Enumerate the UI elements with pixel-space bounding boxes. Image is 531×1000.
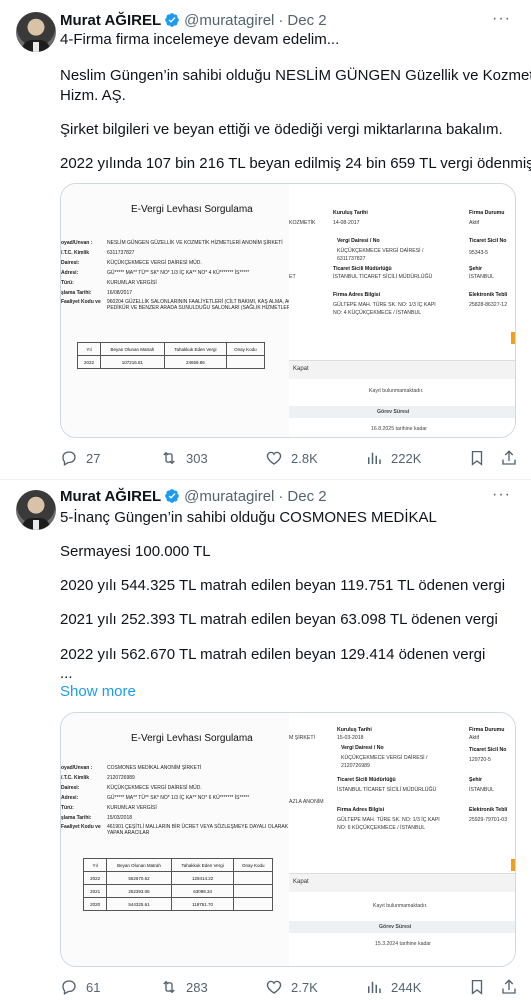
bookmark-button[interactable] <box>468 449 494 467</box>
repost-button[interactable]: 283 <box>160 978 208 996</box>
bookmark-icon <box>471 450 483 466</box>
views-count: 222K <box>391 450 422 466</box>
views-icon <box>368 452 381 464</box>
author-name[interactable]: Murat AĞIREL <box>60 488 161 505</box>
like-button[interactable]: 2.8K <box>265 449 318 467</box>
scroll-indicator <box>511 859 515 871</box>
scroll-indicator <box>511 332 515 344</box>
author-handle[interactable]: @muratagirel <box>184 488 274 505</box>
views-button[interactable]: 244K <box>365 978 421 996</box>
tweet-text-line: Hizm. AŞ. <box>60 87 126 104</box>
tweet-text-line: 2022 yılında 107 bin 216 TL beyan edilmi… <box>60 155 531 172</box>
views-count: 244K <box>391 979 422 995</box>
document-title: E-Vergi Levhası Sorgulama <box>131 733 253 744</box>
repost-count: 303 <box>186 450 208 466</box>
reply-button[interactable]: 27 <box>60 449 100 467</box>
more-icon[interactable]: ··· <box>492 486 511 504</box>
tweet-header: Murat AĞIREL @muratagirel · Dec 2 <box>60 10 327 30</box>
show-more-link[interactable]: Show more <box>60 682 136 702</box>
doc-field: /.T.C. Kimlik 2120726989 <box>61 775 135 781</box>
close-bar: Kapat <box>289 873 515 892</box>
tweet-text-line: 2022 yılı 562.670 TL matrah edilen beyan… <box>60 646 486 663</box>
verified-badge-icon <box>165 489 179 503</box>
tweet-text-line: 4-Firma firma incelemeye devam edelim... <box>60 31 340 48</box>
tax-document-left: E-Vergi Levhası Sorgulama oyad/Unvan : CO… <box>61 713 320 966</box>
tweet-text-line: 2020 yılı 544.325 TL matrah edilen beyan… <box>60 577 506 594</box>
tweet[interactable]: Murat AĞIREL @muratagirel · Dec 2 ··· 5-… <box>0 480 531 1000</box>
tax-table: Yıl Beyan Olunan Matrah Tahakkuk Eden Ve… <box>77 342 266 369</box>
like-count: 2.8K <box>291 450 318 466</box>
tweet-date[interactable]: Dec 2 <box>287 488 326 505</box>
like-button[interactable]: 2.7K <box>265 978 318 996</box>
doc-field: Adresi: GÜ***** MA** TÜ** SK* NO* 1/3 İÇ … <box>61 795 250 801</box>
more-icon[interactable]: ··· <box>492 10 511 28</box>
media-image[interactable]: E-Vergi Levhası Sorgulama oyad/Unvan : NE… <box>60 183 516 438</box>
avatar[interactable] <box>16 12 56 52</box>
reply-count: 61 <box>86 979 101 995</box>
doc-field: Türü: KURUMLAR VERGİSİ <box>61 805 157 811</box>
tweet-text-line: Sermayesi 100.000 TL <box>60 543 211 560</box>
author-name[interactable]: Murat AĞIREL <box>60 12 161 29</box>
doc-field: şlama Tarihi: 16/08/2017 <box>61 290 133 296</box>
tweet-actions: 27 303 2.8K 222K <box>60 449 520 469</box>
bookmark-button[interactable] <box>468 978 494 996</box>
tax-table: Yıl Beyan Olunan Matrah Tahakkuk Eden Ve… <box>82 858 273 911</box>
share-icon <box>502 450 516 465</box>
tweet-date[interactable]: Dec 2 <box>287 12 326 29</box>
share-icon <box>502 979 516 994</box>
reply-icon <box>62 451 76 466</box>
share-button[interactable] <box>500 449 526 467</box>
repost-icon <box>163 980 175 994</box>
media-image[interactable]: E-Vergi Levhası Sorgulama oyad/Unvan : CO… <box>60 712 516 967</box>
company-info-panel: KOZMETİK ET Kuruluş Tarihi 14-08-2017 Fi… <box>289 184 515 437</box>
doc-field: YAPAN ARACILAR <box>107 830 150 836</box>
bookmark-icon <box>471 979 483 995</box>
reply-icon <box>62 980 76 995</box>
tweet-text-line: Neslim Güngen’in sahibi olduğu NESLİM GÜ… <box>60 67 531 84</box>
heart-icon <box>266 451 282 465</box>
document-title: E-Vergi Levhası Sorgulama <box>131 204 253 215</box>
tweet-text-line: Şirket bilgileri ve beyan ettiği ve öded… <box>60 121 503 138</box>
views-button[interactable]: 222K <box>365 449 421 467</box>
author-handle[interactable]: @muratagirel <box>184 12 274 29</box>
reply-count: 27 <box>86 450 101 466</box>
verified-badge-icon <box>165 13 179 27</box>
views-icon <box>368 981 381 993</box>
tweet-text-line: 2021 yılı 252.393 TL matrah edilen beyan… <box>60 611 498 628</box>
doc-field: Türü: KURUMLAR VERGİSİ <box>61 280 157 286</box>
share-button[interactable] <box>500 978 526 996</box>
close-bar: Kapat <box>289 360 515 379</box>
reply-button[interactable]: 61 <box>60 978 100 996</box>
doc-field: oyad/Unvan : NESLİM GÜNGEN GÜZELLİK VE KO… <box>61 240 283 246</box>
tweet[interactable]: Murat AĞIREL @muratagirel · Dec 2 ··· 4-… <box>0 0 531 480</box>
repost-icon <box>163 451 175 465</box>
tweet-header: Murat AĞIREL @muratagirel · Dec 2 <box>60 486 327 506</box>
heart-icon <box>266 980 282 994</box>
doc-field: şlama Tarihi: 15/03/2018 <box>61 815 133 821</box>
repost-count: 283 <box>186 979 208 995</box>
repost-button[interactable]: 303 <box>160 449 208 467</box>
separator-dot: · <box>278 487 284 505</box>
tweet-actions: 61 283 2.7K 244K <box>60 978 520 998</box>
tax-document-left: E-Vergi Levhası Sorgulama oyad/Unvan : NE… <box>61 184 306 437</box>
doc-field: PEDİKÜR VE BENZER ARADA SUNULDUĞU SALONL… <box>107 305 291 311</box>
doc-field: Dairesi: KÜÇÜKÇEKMECE VERGİ DAİRESİ MÜD. <box>61 260 202 266</box>
separator-dot: · <box>278 11 284 29</box>
like-count: 2.7K <box>291 979 318 995</box>
doc-field: oyad/Unvan : COSMONES MEDİKAL ANONİM ŞİRK… <box>61 765 202 771</box>
doc-field: Adresi: GÜ***** MA** TÜ** SK* NO* 1/3 İÇ … <box>61 270 250 276</box>
doc-field: Dairesi: KÜÇÜKÇEKMECE VERGİ DAİRESİ MÜD. <box>61 785 202 791</box>
company-info-panel: M ŞİRKETİ AZLA ANONİM Kuruluş Tarihi 15-… <box>289 713 515 966</box>
tweet-text-line: 5-İnanç Güngen’in sahibi olduğu COSMONES… <box>60 509 437 526</box>
doc-field: /.T.C. Kimlik 6311737827 <box>61 250 135 256</box>
avatar[interactable] <box>16 490 56 530</box>
tweet-text-line: ... <box>60 665 73 682</box>
